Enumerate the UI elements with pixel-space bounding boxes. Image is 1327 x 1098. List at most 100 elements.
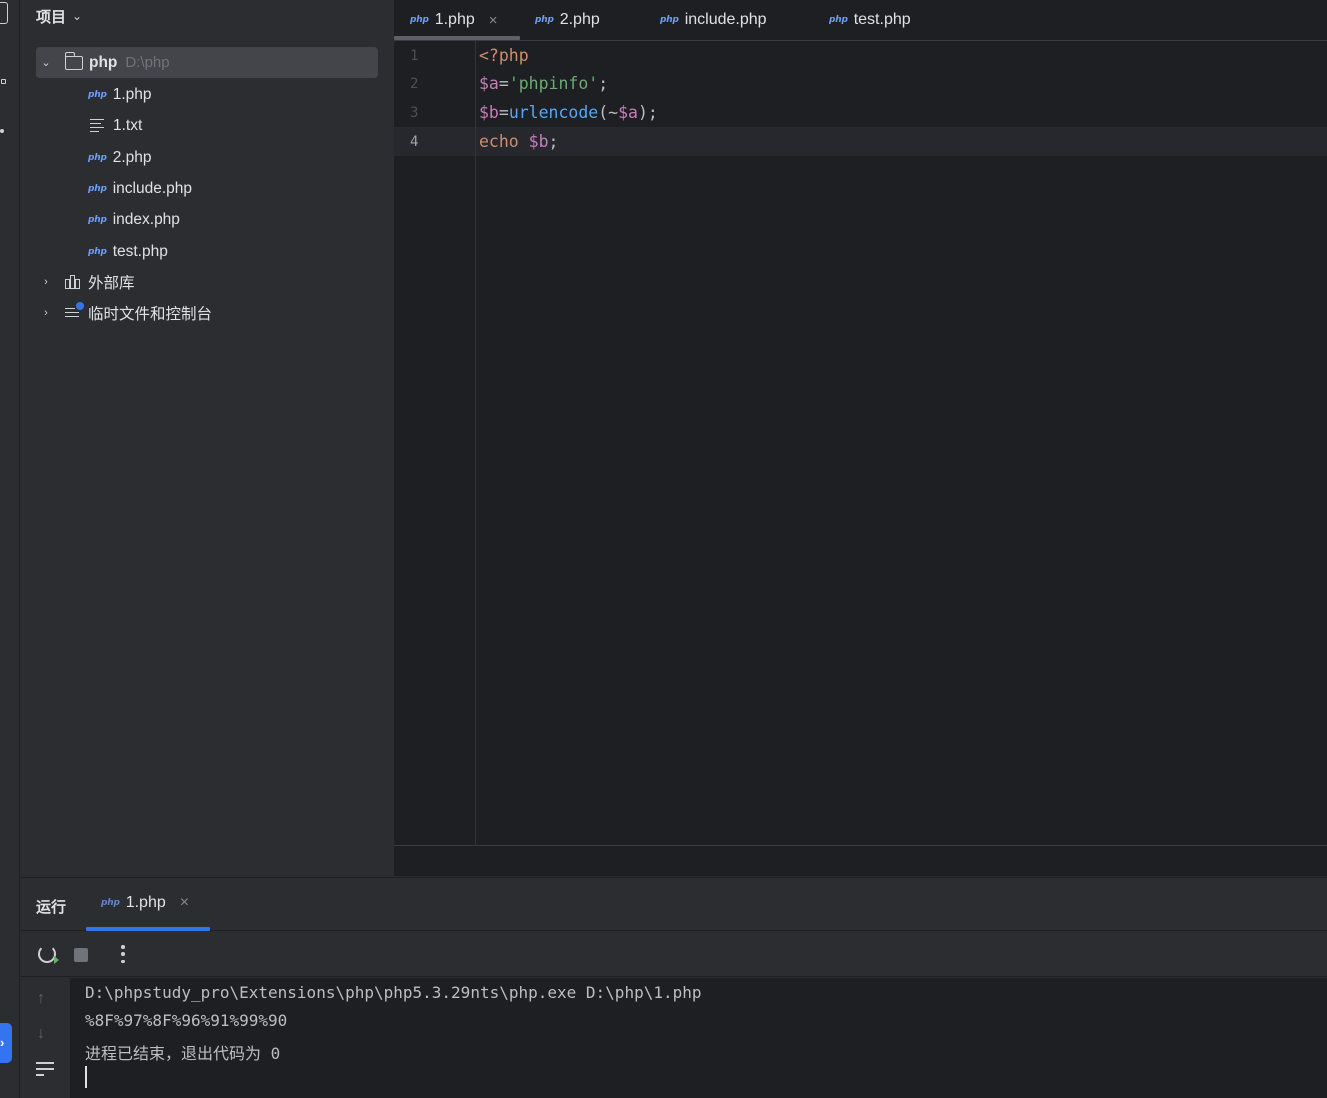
chevron-down-icon[interactable]: ⌄ [39, 56, 53, 69]
tree-root-folder[interactable]: ⌄ php D:\php [36, 47, 378, 78]
console-command-line: D:\phpstudy_pro\Extensions\php\php5.3.29… [85, 983, 702, 1002]
tab-1-php[interactable]: php 1.php × [410, 0, 498, 40]
line-number: 1 [410, 48, 419, 64]
php-file-icon: php [88, 183, 107, 194]
code-line-1: <?php [479, 46, 529, 65]
tree-file-test-php[interactable]: php test.php [88, 236, 168, 267]
code-token: $b [479, 103, 499, 122]
run-tool-icon[interactable]: › [0, 1023, 12, 1063]
line-number-gutter: 1 2 3 4 [394, 41, 476, 846]
scratches-icon [65, 301, 84, 320]
console-caret [85, 1066, 87, 1088]
code-token: $a [618, 103, 638, 122]
scroll-up-icon[interactable]: ↑ [37, 990, 45, 1008]
root-folder-name: php [89, 53, 118, 71]
php-file-icon: php [535, 15, 554, 25]
chevron-right-icon[interactable]: › [39, 307, 53, 319]
tree-external-libraries[interactable]: › 外部库 [39, 266, 135, 297]
php-file-icon: php [88, 246, 107, 257]
php-file-icon: php [829, 15, 848, 25]
file-name: 2.php [112, 148, 152, 166]
line-number: 3 [410, 105, 419, 121]
soft-wrap-icon[interactable] [36, 1062, 56, 1076]
scratches-label: 临时文件和控制台 [88, 305, 213, 323]
run-panel: 运行 php 1.php × ↑ ↓ D:\phpstudy_pro\Exten… [21, 877, 1327, 1098]
code-token: ); [637, 103, 658, 122]
code-token: $a [479, 74, 499, 93]
file-name: test.php [112, 242, 168, 260]
code-token: $b [528, 132, 549, 151]
tab-label: 1.php [434, 11, 475, 28]
tree-file-1-php[interactable]: php 1.php [88, 79, 152, 110]
code-token: <?php [479, 46, 529, 65]
close-icon[interactable]: × [180, 894, 189, 912]
tab-label: test.php [853, 11, 911, 28]
code-token: = [498, 74, 509, 93]
text-file-icon [90, 118, 104, 133]
php-file-icon: php [88, 152, 107, 163]
php-file-icon: php [88, 214, 107, 225]
run-tab-label: 1.php [125, 894, 166, 911]
library-icon [65, 274, 82, 289]
code-token: urlencode [508, 103, 599, 122]
code-token: ; [548, 132, 559, 151]
more-options-icon[interactable] [121, 945, 125, 963]
folder-icon [64, 51, 83, 70]
file-name: index.php [112, 210, 180, 228]
project-tool-icon[interactable] [0, 2, 8, 24]
chevron-down-icon[interactable]: ⌄ [72, 9, 82, 23]
tab-include-php[interactable]: php include.php [660, 0, 767, 40]
code-token: echo [479, 132, 529, 151]
root-folder-path: D:\php [125, 54, 170, 71]
external-libraries-label: 外部库 [88, 274, 135, 292]
structure-tool-icon[interactable] [0, 70, 6, 92]
tree-file-2-php[interactable]: php 2.php [88, 142, 152, 173]
rerun-icon[interactable] [38, 945, 59, 964]
line-number: 4 [410, 134, 419, 150]
tree-file-index-php[interactable]: php index.php [88, 204, 180, 235]
php-file-icon: php [88, 89, 107, 100]
console-output[interactable]: ↑ ↓ D:\phpstudy_pro\Extensions\php\php5.… [21, 978, 1327, 1098]
code-line-4: echo $b; [479, 132, 558, 151]
line-number: 2 [410, 76, 419, 92]
php-file-icon: php [410, 15, 429, 25]
tab-2-php[interactable]: php 2.php [535, 0, 600, 40]
close-icon[interactable]: × [489, 12, 498, 29]
run-tab-1-php[interactable]: php 1.php × [101, 894, 189, 912]
project-panel: 项目 ⌄ ⌄ php D:\php php 1.php 1.txt php 2.… [21, 0, 394, 876]
tree-file-1-txt[interactable]: 1.txt [90, 110, 142, 141]
run-panel-title: 运行 [36, 899, 67, 916]
tab-test-php[interactable]: php test.php [829, 0, 911, 40]
editor-tab-bar: php 1.php × php 2.php php include.php ph… [394, 0, 1327, 41]
more-tools-icon[interactable] [0, 129, 4, 133]
code-token: (~ [598, 103, 619, 122]
editor-pane: php 1.php × php 2.php php include.php ph… [394, 0, 1327, 876]
tab-label: include.php [684, 11, 767, 28]
code-line-2: $a='phpinfo'; [479, 74, 608, 93]
php-file-icon: php [660, 15, 679, 25]
scroll-down-icon[interactable]: ↓ [37, 1025, 45, 1043]
stop-icon[interactable] [74, 948, 88, 962]
code-token: 'phpinfo' [508, 74, 599, 93]
file-name: 1.txt [113, 116, 143, 134]
chevron-right-icon[interactable]: › [39, 276, 53, 288]
tree-file-include-php[interactable]: php include.php [88, 173, 192, 204]
left-tool-strip: › [0, 0, 20, 1098]
project-panel-header[interactable]: 项目 ⌄ [21, 0, 394, 32]
file-name: 1.php [112, 85, 152, 103]
code-line-3: $b=urlencode(~$a); [479, 103, 658, 122]
console-exit-line: 进程已结束，退出代码为 0 [85, 1044, 281, 1063]
file-name: include.php [112, 179, 192, 197]
code-token: = [498, 103, 509, 122]
tab-label: 2.php [559, 11, 600, 28]
console-side-toolbar: ↑ ↓ [21, 978, 70, 1098]
run-panel-header: 运行 php 1.php × [21, 878, 1327, 931]
code-token: ; [598, 74, 609, 93]
php-run-config-icon: php [101, 898, 120, 908]
console-output-line: %8F%97%8F%96%91%99%90 [85, 1011, 288, 1030]
tree-scratches[interactable]: › 临时文件和控制台 [39, 297, 212, 328]
project-panel-title: 项目 [36, 8, 67, 26]
code-editor[interactable]: 1 2 3 4 <?php $a='phpinfo'; $b=urlencode… [394, 41, 1327, 846]
run-toolbar [21, 931, 1327, 977]
active-tab-indicator [394, 36, 520, 40]
